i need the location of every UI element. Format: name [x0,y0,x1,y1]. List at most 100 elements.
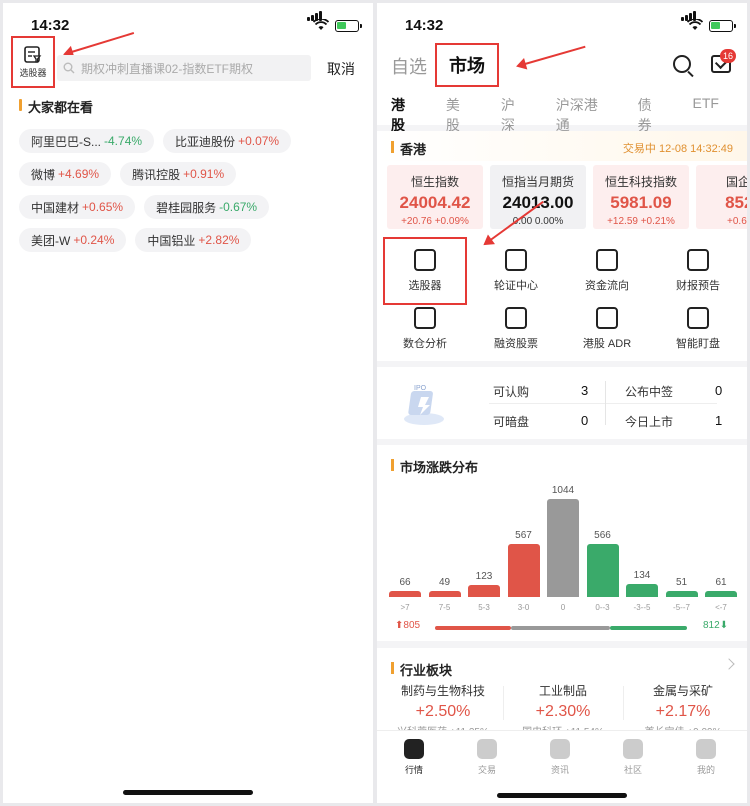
index-cards: 恒生指数 24004.42 +20.76 +0.09% 恒指当月期货 24013.00 0… [387,165,747,229]
industry-pct: +2.50% [415,703,471,720]
industry-pct: +2.17% [655,703,711,720]
chip-name: 中国建材 [31,200,80,215]
nav-label: 行情 [404,765,423,775]
distribution-value: 566 [594,529,611,541]
industry-title: 行业板块 [391,660,452,679]
distribution-bar [389,590,421,597]
tool-label: 数仓分析 [403,338,447,350]
distribution-value: 567 [515,529,532,541]
distribution-bar [626,584,658,597]
subtab-item[interactable]: 债券 [638,95,665,135]
nav-icon [550,739,570,759]
tool-position-analysis[interactable]: 数仓分析 [383,301,467,357]
distribution-bar [665,591,698,597]
index-value: 5981.09 [610,193,672,212]
trending-chip[interactable]: 碧桂园服务 -0.67% [144,195,270,219]
subtab-item[interactable]: 沪深港通 [556,95,610,135]
chip-name: 阿里巴巴-S... [31,134,102,149]
market-screen: 14:32 自选 市场 16 港股 美股 沪深 沪深港通 债券 ETF 香港 交易中 12… [377,3,747,803]
tool-label: 智能盯盘 [676,338,720,350]
subtab-item[interactable]: 美股 [446,95,473,135]
ipo-subscribable-value: 3 [581,383,589,398]
down-total-value: 812 [703,620,720,631]
trading-timestamp: 交易中 12-08 14:32:49 [622,143,733,155]
trending-chip[interactable]: 比亚迪股份 +0.07% [163,129,292,153]
tool-label: 融资股票 [494,338,538,350]
chip-name: 微博 [31,167,56,182]
index-card[interactable]: 恒生指数 24004.42 +20.76 +0.09% [387,165,483,229]
chip-change: -4.74% [104,134,143,148]
down-total: 812⬇ [703,620,729,631]
trending-chip[interactable]: 中国建材 +0.65% [19,195,136,219]
trending-chip[interactable]: 阿里巴巴-S... -4.74% [19,129,155,153]
down-ratio-bar [610,626,687,630]
industry-card[interactable]: 行业板块 制药与生物科技+2.50%兴科蓉医药 +11.25%工业制品+2.30… [377,648,747,738]
trending-chip[interactable]: 中国铝业 +2.82% [135,228,252,252]
stock-screener-icon [24,45,42,63]
distribution-value: 61 [715,577,727,588]
distribution-category: -3--5 [633,603,651,612]
chip-change: +0.91% [183,167,225,181]
chip-change: -0.67% [219,200,258,214]
ipo-listing-today-label: 今日上市 [625,415,674,429]
tab-market[interactable]: 市场 [435,43,499,87]
nav-icon [404,739,424,759]
nav-item-4[interactable]: 我的 [676,739,736,776]
distribution-value: 1044 [551,485,575,496]
search-input[interactable]: 期权冲刺直播课02-指数ETF期权 [57,55,311,81]
nav-item-3[interactable]: 社区 [603,739,663,776]
hk-market-card: 香港 交易中 12-08 14:32:49 恒生指数 24004.42 +20.76… [377,131,747,361]
hk-card-header: 香港 交易中 12-08 14:32:49 [377,131,747,161]
distribution-value: 123 [475,571,493,583]
hk-adr-icon [596,307,618,329]
distribution-category: >7 [400,603,410,612]
index-card[interactable]: 国企指 8527 +0.61 + [696,165,747,229]
index-change: +12.59 +0.21% [607,216,675,227]
subtab-item[interactable]: ETF [693,95,719,135]
nav-item-0[interactable]: 行情 [384,739,444,776]
distribution-category: 0 [560,603,566,612]
flat-ratio-bar [511,626,611,630]
tab-market-label: 市场 [449,56,485,76]
search-screen: 14:32 选股器 期权冲刺直播课02-指数ETF期权 取消 大家都在看 阿里巴… [3,3,373,803]
tool-earnings-calendar[interactable]: 财报预告 [656,243,740,299]
tool-fund-flow[interactable]: 资金流向 [565,243,649,299]
trending-chip[interactable]: 腾讯控股 +0.91% [120,162,237,186]
tool-margin-stock[interactable]: 融资股票 [474,301,558,357]
up-ratio-bar [435,626,512,630]
ipo-allotment-label: 公布中签 [625,385,674,399]
industry-pct: +2.30% [535,703,591,720]
bottom-navigation: 行情 交易 资讯 社区 我的 [377,730,747,803]
home-indicator [497,793,627,798]
chip-name: 碧桂园服务 [156,200,217,215]
nav-item-1[interactable]: 交易 [457,739,517,776]
ipo-card[interactable]: IPO 可认购 3 公布中签 0 可暗盘 0 今日上市 1 [377,367,747,439]
nav-item-2[interactable]: 资讯 [530,739,590,776]
cancel-button[interactable]: 取消 [327,59,355,79]
position-analysis-icon [414,307,436,329]
distribution-bar [507,543,540,597]
index-name: 恒生科技指数 [604,175,677,189]
margin-stock-icon [505,307,527,329]
index-card[interactable]: 恒指当月期货 24013.00 0.00 0.00% [490,165,586,229]
trending-chip[interactable]: 微博 +4.69% [19,162,112,186]
index-card[interactable]: 恒生科技指数 5981.09 +12.59 +0.21% [593,165,689,229]
search-icon[interactable] [673,55,691,73]
subtab-item[interactable]: 港股 [391,95,418,143]
distribution-bar [468,585,500,597]
tool-hk-adr[interactable]: 港股 ADR [565,301,649,357]
distribution-bar [547,499,579,597]
chevron-right-icon[interactable] [723,658,735,670]
tool-smart-monitor[interactable]: 智能盯盘 [656,301,740,357]
chip-name: 中国铝业 [147,233,196,248]
subtab-item[interactable]: 沪深 [501,95,528,135]
tab-watchlist[interactable]: 自选 [391,53,427,79]
distribution-bar [428,591,461,597]
stock-screener-highlight [383,237,467,305]
industry-name: 工业制品 [538,684,587,698]
stock-screener-button[interactable]: 选股器 [11,36,55,88]
distribution-category: -5--7 [673,603,690,612]
index-value: 24004.42 [399,193,471,212]
trending-chip[interactable]: 美团-W +0.24% [19,228,127,252]
tool-warrant-center[interactable]: 轮证中心 [474,243,558,299]
